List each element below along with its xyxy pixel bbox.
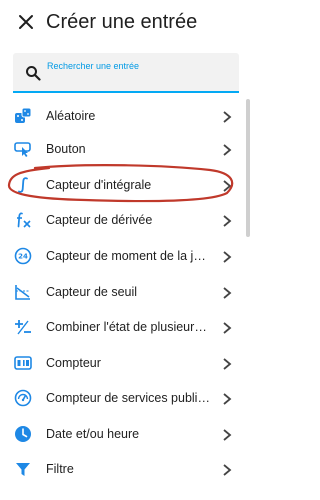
list-item-label: Compteur	[46, 356, 101, 370]
list-item-capteur-seuil[interactable]: Capteur de seuil	[0, 275, 244, 311]
search-field[interactable]: Rechercher une entrée	[13, 53, 239, 93]
list-item-capteur-moment-journee[interactable]: 24 Capteur de moment de la journée	[0, 239, 244, 275]
list-item-label: Filtre	[46, 462, 74, 476]
chevron-right-icon	[223, 287, 232, 299]
chevron-right-icon	[223, 144, 232, 156]
chevron-right-icon	[223, 358, 232, 370]
list-item-aleatoire[interactable]: Aléatoire	[0, 99, 244, 135]
list-item-label: Date et/ou heure	[46, 427, 140, 441]
button-press-icon	[14, 142, 31, 157]
list-item-date-heure[interactable]: Date et/ou heure	[0, 417, 244, 453]
threshold-icon	[15, 285, 30, 300]
dice-icon	[15, 107, 32, 123]
search-input[interactable]: Rechercher une entrée	[47, 61, 139, 71]
list-item-label: Capteur d'intégrale	[46, 178, 152, 192]
chevron-right-icon	[223, 393, 232, 405]
list-item-label: Capteur de seuil	[46, 285, 138, 299]
list-item-label: Combiner l'état de plusieurs capteurs	[46, 320, 212, 334]
list-item-bouton[interactable]: Bouton	[0, 132, 244, 168]
chevron-right-icon	[223, 111, 232, 123]
clock-icon	[15, 426, 31, 442]
search-icon	[26, 66, 41, 81]
list-item-label: Bouton	[46, 142, 86, 156]
chevron-right-icon	[223, 322, 232, 334]
chevron-right-icon	[223, 215, 232, 227]
list-item-label: Compteur de services publics (électricit…	[46, 391, 212, 405]
utility-meter-icon	[14, 389, 32, 407]
chevron-right-icon	[223, 251, 232, 263]
dialog-header: Créer une entrée	[0, 0, 252, 44]
list-item-label: Capteur de moment de la journée	[46, 249, 212, 263]
chevron-right-icon	[223, 464, 232, 476]
dialog-title: Créer une entrée	[46, 11, 198, 33]
list-item-filtre[interactable]: Filtre	[0, 452, 244, 488]
counter-icon	[14, 356, 32, 370]
derivative-icon	[17, 212, 31, 228]
filter-icon	[16, 463, 30, 476]
chevron-right-icon	[223, 180, 232, 192]
integral-icon	[18, 177, 28, 193]
list-item-capteur-derivee[interactable]: Capteur de dérivée	[0, 203, 244, 239]
chevron-right-icon	[223, 429, 232, 441]
list-item-label: Aléatoire	[46, 109, 96, 123]
plus-minus-icon	[15, 320, 31, 335]
clock-24h-icon: 24	[14, 247, 32, 265]
svg-text:24: 24	[18, 253, 28, 261]
list-item-capteur-integrale[interactable]: Capteur d'intégrale	[0, 168, 244, 204]
close-icon[interactable]	[16, 12, 36, 32]
list-scrollbar[interactable]	[246, 99, 250, 237]
list-item-label: Capteur de dérivée	[46, 213, 153, 227]
list-item-combiner-etat[interactable]: Combiner l'état de plusieurs capteurs	[0, 310, 244, 346]
list-item-compteur-services-publics[interactable]: Compteur de services publics (électricit…	[0, 381, 244, 417]
list-item-compteur[interactable]: Compteur	[0, 346, 244, 382]
